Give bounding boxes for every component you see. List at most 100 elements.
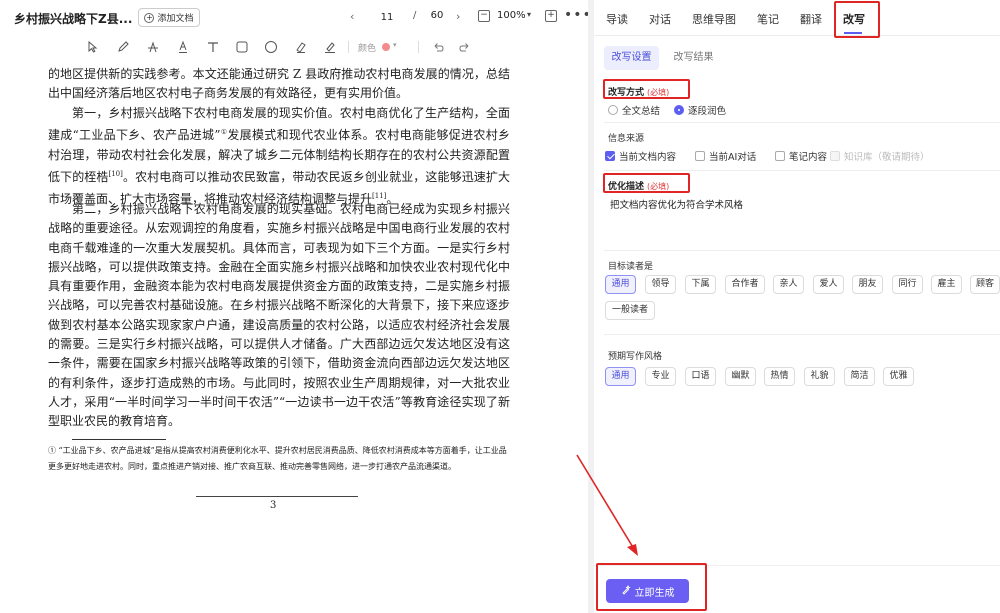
ai-panel: 导读 对话 思维导图 笔记 翻译 改写 改写设置 改写结果 改写方式 (必填) 全… xyxy=(594,0,1000,613)
select-icon[interactable] xyxy=(86,40,100,54)
style-chip[interactable]: 通用 xyxy=(605,367,636,386)
subtab-rewrite-settings[interactable]: 改写设置 xyxy=(604,46,659,70)
radio-indicator xyxy=(674,105,684,115)
app-window: 乡村振兴战略下Z县... + 添加文档 ‹ 11 / 60 › − 100% ▾… xyxy=(0,0,1000,613)
radio-indicator xyxy=(608,105,618,115)
tab-notes[interactable]: 笔记 xyxy=(757,11,779,27)
source-label: 信息来源 xyxy=(608,134,645,144)
style-chip[interactable]: 礼貌 xyxy=(804,367,835,386)
reader-chip[interactable]: 顾客 xyxy=(970,275,1000,294)
page-separator: / xyxy=(413,10,417,21)
citation-ref: [11] xyxy=(372,192,387,201)
subtab-rewrite-results[interactable]: 改写结果 xyxy=(666,46,721,70)
reader-chip[interactable]: 通用 xyxy=(605,275,636,294)
checkbox-notes[interactable]: 笔记内容 xyxy=(775,149,827,163)
style-chip[interactable]: 简洁 xyxy=(844,367,875,386)
paragraph-first: 第一，乡村振兴战略下农村电商发展的现实价值。农村电商优化了生产结构，全面建成“工… xyxy=(48,104,510,209)
reader-chip[interactable]: 一般读者 xyxy=(605,301,655,320)
checkbox-indicator xyxy=(695,151,705,161)
rewrite-mode-label: 改写方式 (必填) xyxy=(608,85,669,98)
style-chip[interactable]: 优雅 xyxy=(883,367,914,386)
radio-label: 逐段润色 xyxy=(688,106,727,117)
reader-chip[interactable]: 雇主 xyxy=(931,275,962,294)
checkbox-indicator xyxy=(775,151,785,161)
panel-tabs: 导读 对话 思维导图 笔记 翻译 改写 xyxy=(594,0,1000,36)
add-icon: + xyxy=(144,12,155,23)
generate-button[interactable]: 立即生成 xyxy=(606,579,689,603)
reader-chip[interactable]: 爱人 xyxy=(813,275,844,294)
rewrite-mode-title: 改写方式 xyxy=(608,88,645,98)
reader-chip[interactable]: 合作者 xyxy=(725,275,765,294)
checkbox-label: 当前文档内容 xyxy=(619,152,677,163)
paragraph-intro: 的地区提供新的实践参考。本文还能通过研究 Z 县政府推动农村电商发展的情况，总结… xyxy=(48,67,510,101)
document-page: 的地区提供新的实践参考。本文还能通过研究 Z 县政府推动农村电商发展的情况，总结… xyxy=(0,60,588,613)
add-document-button[interactable]: + 添加文档 xyxy=(138,8,200,27)
checkbox-current-ai-chat[interactable]: 当前AI对话 xyxy=(695,149,756,163)
checkbox-current-document[interactable]: 当前文档内容 xyxy=(605,149,676,163)
reader-chip[interactable]: 同行 xyxy=(892,275,923,294)
checkbox-knowledge-base: 知识库（敬请期待） xyxy=(830,149,930,163)
footnote: ① “工业品下乡、农产品进城”是指从提高农村消费便利化水平、提升农村居民消费品质… xyxy=(48,446,507,471)
page-number-input[interactable]: 11 xyxy=(368,8,406,27)
radio-full-summary[interactable]: 全文总结 xyxy=(608,103,660,117)
page-number: 3 xyxy=(270,500,277,511)
color-label: 颜色 xyxy=(358,44,377,54)
page-rule xyxy=(196,496,358,497)
zoom-out-button[interactable]: − xyxy=(478,10,490,22)
document-viewer: 乡村振兴战略下Z县... + 添加文档 ‹ 11 / 60 › − 100% ▾… xyxy=(0,0,591,613)
magic-pen-icon xyxy=(621,584,631,598)
style-label: 预期写作风格 xyxy=(608,352,663,362)
tab-rewrite[interactable]: 改写 xyxy=(843,11,865,27)
tab-chat[interactable]: 对话 xyxy=(649,11,671,27)
section-divider xyxy=(604,122,1000,123)
section-divider xyxy=(604,170,1000,171)
color-dropdown-icon[interactable]: ▾ xyxy=(393,41,397,49)
rectangle-icon[interactable] xyxy=(235,40,249,54)
chevron-left-icon[interactable]: ‹ xyxy=(350,10,354,23)
tab-mindmap[interactable]: 思维导图 xyxy=(692,11,736,27)
style-chip[interactable]: 专业 xyxy=(645,367,676,386)
required-mark: (必填) xyxy=(647,182,670,191)
section-divider xyxy=(604,334,1000,335)
paragraph-second: 第二，乡村振兴战略下农村电商发展的现实基础。农村电商已经成为实现乡村振兴战略的重… xyxy=(48,202,510,429)
reader-chip[interactable]: 领导 xyxy=(645,275,676,294)
strikethrough-icon[interactable] xyxy=(146,40,160,54)
reader-chip[interactable]: 下属 xyxy=(685,275,716,294)
section-divider xyxy=(604,250,1000,251)
optimize-description-input[interactable]: 把文档内容优化为符合学术风格 xyxy=(604,192,1000,244)
style-chip[interactable]: 幽默 xyxy=(725,367,756,386)
toolbar-divider xyxy=(348,41,349,53)
optimize-label: 优化描述 (必填) xyxy=(608,179,669,192)
circle-icon[interactable] xyxy=(264,40,278,54)
pen-icon[interactable] xyxy=(116,40,130,54)
chevron-right-icon[interactable]: › xyxy=(456,10,460,23)
style-chip[interactable]: 口语 xyxy=(685,367,716,386)
checkbox-label: 笔记内容 xyxy=(789,152,828,163)
reader-chip[interactable]: 朋友 xyxy=(852,275,883,294)
underline-icon[interactable] xyxy=(176,40,190,54)
document-title: 乡村振兴战略下Z县... xyxy=(14,12,133,26)
eraser-icon[interactable] xyxy=(294,40,308,54)
checkbox-indicator xyxy=(605,151,615,161)
footnote-rule xyxy=(72,439,166,440)
redo-icon[interactable] xyxy=(458,40,472,54)
reader-chip[interactable]: 亲人 xyxy=(773,275,804,294)
text-icon[interactable] xyxy=(206,40,220,54)
checkbox-label: 当前AI对话 xyxy=(709,152,757,163)
citation-ref: [10] xyxy=(108,169,123,178)
add-document-label: 添加文档 xyxy=(157,14,194,24)
radio-label: 全文总结 xyxy=(622,106,661,117)
highlighter-icon[interactable] xyxy=(323,40,337,54)
undo-icon[interactable] xyxy=(431,40,445,54)
zoom-level[interactable]: 100% xyxy=(497,10,526,21)
zoom-dropdown-icon[interactable]: ▾ xyxy=(527,10,531,19)
tab-translate[interactable]: 翻译 xyxy=(800,11,822,27)
required-mark: (必填) xyxy=(647,88,670,97)
tab-guide[interactable]: 导读 xyxy=(606,11,628,27)
color-swatch[interactable] xyxy=(382,43,390,51)
zoom-in-button[interactable]: + xyxy=(545,10,557,22)
radio-paragraph-polish[interactable]: 逐段润色 xyxy=(674,103,726,117)
style-chip[interactable]: 热情 xyxy=(764,367,795,386)
panel-footer: 立即生成 xyxy=(594,565,1000,613)
checkbox-indicator xyxy=(830,151,840,161)
